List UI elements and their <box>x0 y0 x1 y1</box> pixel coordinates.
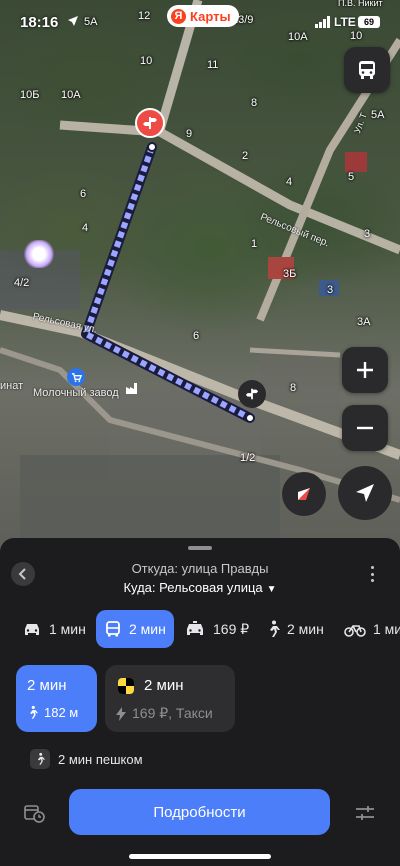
house-number: 6 <box>193 330 200 342</box>
minus-icon <box>357 426 373 430</box>
bike-icon <box>344 625 366 637</box>
walk-summary[interactable]: 2 мин пешком <box>30 749 143 769</box>
shop-icon[interactable] <box>67 368 85 386</box>
departure-time-button[interactable] <box>24 803 46 828</box>
house-number: 4 <box>286 176 293 188</box>
zoom-in-button[interactable] <box>342 347 388 393</box>
sheet-grabber[interactable] <box>188 546 212 550</box>
yandex-go-logo-icon <box>118 678 134 694</box>
more-options-button[interactable] <box>366 563 378 585</box>
house-number: 2 <box>242 150 249 162</box>
house-number: 3А <box>357 316 371 328</box>
taxi-option-time: 2 мин <box>144 677 184 694</box>
taxi-option-card[interactable]: 2 мин 169 ₽, Такси <box>105 665 235 732</box>
taxi-icon <box>187 621 203 635</box>
status-bar: 18:16 Я Карты LTE 69 <box>0 0 400 40</box>
yandex-logo-icon: Я <box>171 8 186 24</box>
app-brand-badge[interactable]: Я Карты <box>167 5 239 27</box>
house-number: 1/2 <box>240 452 256 464</box>
house-number: 3 <box>327 284 334 296</box>
factory-icon[interactable] <box>124 380 140 396</box>
bus-icon <box>106 621 120 637</box>
network-type: LTE <box>334 15 356 29</box>
tab-bike-label: 1 ми <box>373 621 400 637</box>
taxi-option-price: 169 ₽, Такси <box>116 705 213 722</box>
house-number: 3Б <box>283 268 297 280</box>
transport-mode-tabs: 1 мин 2 мин 169 ₽ 2 мин 1 ми <box>0 610 400 650</box>
house-number: 9 <box>186 128 193 140</box>
compass-icon <box>298 488 310 500</box>
dot-icon <box>370 579 374 582</box>
my-location-button[interactable] <box>338 466 392 520</box>
house-number: 3 <box>364 228 371 240</box>
house-number: 4/2 <box>14 277 30 289</box>
house-number: 4 <box>82 222 89 234</box>
user-avatar-marker[interactable] <box>24 240 54 268</box>
house-number: 10Б <box>20 89 40 101</box>
car-icon <box>25 624 39 635</box>
route-option-walk: 182 м <box>27 705 78 720</box>
house-number: 11 <box>207 59 219 71</box>
status-time: 18:16 <box>20 14 59 31</box>
house-number: 8 <box>290 382 297 394</box>
poi-label: Молочный завод <box>33 387 119 399</box>
tab-walk-label: 2 мин <box>287 621 324 637</box>
navigation-arrow-icon <box>356 484 374 502</box>
walk-icon <box>30 705 38 719</box>
house-number: 5 <box>348 171 355 183</box>
location-arrow-icon <box>68 16 78 26</box>
tab-transit[interactable]: 2 мин <box>96 610 174 648</box>
tab-transit-label: 2 мин <box>129 621 166 637</box>
details-button[interactable]: Подробности <box>69 789 330 835</box>
poi-label: инат <box>0 380 24 392</box>
route-panel: Откуда: улица Правды Куда: Рельсовая ули… <box>0 538 400 866</box>
walk-icon <box>270 620 280 637</box>
plus-icon <box>357 362 373 378</box>
caret-down-icon: ▼ <box>266 584 277 595</box>
tab-bike[interactable]: 1 ми <box>336 610 400 648</box>
house-number: 6 <box>80 188 87 200</box>
battery-level: 69 <box>363 17 374 27</box>
tab-taxi-label: 169 ₽ <box>213 620 250 637</box>
dot-icon <box>370 572 374 576</box>
compass-button[interactable] <box>282 472 326 516</box>
route-option-card[interactable]: 2 мин 182 м <box>16 665 97 732</box>
zoom-out-button[interactable] <box>342 405 388 451</box>
tab-car[interactable]: 1 мин <box>14 610 94 648</box>
sliders-icon <box>356 806 374 820</box>
route-settings-button[interactable] <box>354 803 376 828</box>
route-to-label: Куда: Рельсовая улица <box>123 580 263 595</box>
route-from[interactable]: Откуда: улица Правды <box>0 561 400 576</box>
house-number: 10 <box>140 55 153 67</box>
schedule-clock-icon <box>24 805 45 823</box>
walk-distance: 182 м <box>44 705 79 720</box>
signal-icon <box>315 16 330 28</box>
route-option-time: 2 мин <box>27 677 67 694</box>
dot-icon <box>370 566 374 569</box>
tab-walk[interactable]: 2 мин <box>258 610 332 648</box>
battery-icon: 69 <box>358 16 380 28</box>
finish-marker-icon[interactable] <box>238 380 266 408</box>
house-number: 10А <box>61 89 81 101</box>
start-marker-icon[interactable] <box>135 108 165 138</box>
route-to[interactable]: Куда: Рельсовая улица ▼ <box>0 580 400 595</box>
brand-name: Карты <box>190 8 231 24</box>
bus-icon <box>359 61 375 79</box>
tab-car-label: 1 мин <box>49 621 86 637</box>
walk-icon <box>30 749 50 769</box>
house-number: 1 <box>251 238 258 250</box>
transport-layer-button[interactable] <box>344 47 390 93</box>
lightning-icon <box>116 706 126 721</box>
home-indicator <box>129 854 271 859</box>
taxi-price-label: 169 ₽, Такси <box>132 705 213 721</box>
tab-taxi[interactable]: 169 ₽ <box>176 610 257 648</box>
map-roads <box>0 0 400 555</box>
house-number: 5А <box>371 109 385 121</box>
map-view[interactable]: 5А 12 13/9 10А 10 П.В. Никит 11 10 10Б 1… <box>0 0 400 560</box>
walk-summary-label: 2 мин пешком <box>58 751 143 767</box>
house-number: 8 <box>251 97 258 109</box>
